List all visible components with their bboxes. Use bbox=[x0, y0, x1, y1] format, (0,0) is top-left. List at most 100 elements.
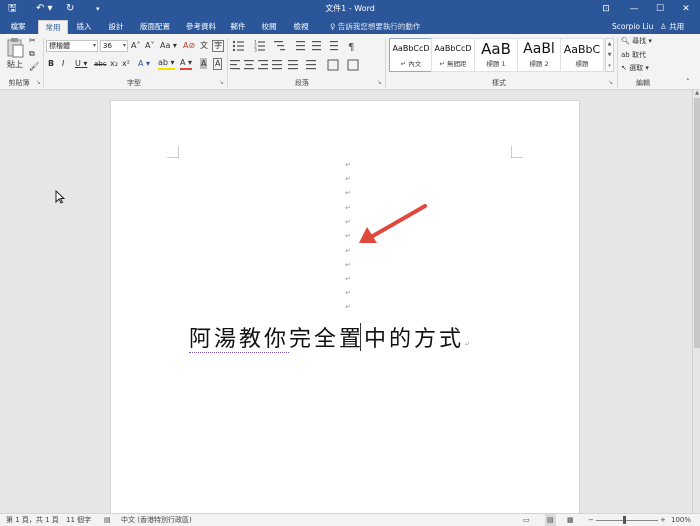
word-count[interactable]: 11 個字 bbox=[66, 514, 91, 526]
text-cursor bbox=[360, 323, 361, 351]
user-name[interactable]: Scorpio Liu bbox=[612, 20, 653, 33]
web-layout-icon[interactable]: ▦ bbox=[567, 514, 574, 526]
font-name-value: 標楷體 bbox=[49, 42, 70, 50]
proofing-icon[interactable]: ▤ bbox=[104, 514, 111, 526]
document-page[interactable]: ↵ ↵ ↵ ↵ ↵ ↵ ↵ ↵ ↵ ↵ ↵ 阿湯教你完全置中的方式↵ bbox=[110, 100, 580, 513]
enclose-characters-icon[interactable]: 字 bbox=[212, 40, 224, 52]
style-normal[interactable]: AaBbCcD ↵ 內文 bbox=[389, 38, 433, 72]
zoom-level[interactable]: 100% bbox=[671, 514, 691, 526]
replace-icon: ab bbox=[621, 51, 630, 59]
document-heading[interactable]: 阿湯教你完全置中的方式↵ bbox=[189, 321, 470, 353]
chevron-down-icon: ▾ bbox=[122, 42, 126, 49]
paragraph-mark: ↵ bbox=[345, 161, 351, 169]
crop-mark bbox=[167, 146, 179, 158]
find-button[interactable]: 🔍︎ 尋找 ▾ bbox=[621, 35, 652, 47]
ribbon-tab-bar: 檔案 常用 插入 設計 版面配置 參考資料 郵件 校閱 檢視 ♀ 告訴我您想要執… bbox=[0, 18, 700, 34]
change-case-icon[interactable]: Aa ▾ bbox=[160, 40, 177, 52]
copy-icon[interactable]: ⧉ bbox=[29, 48, 35, 60]
chevron-down-icon[interactable]: ▼ bbox=[608, 52, 612, 58]
tab-review[interactable]: 校閱 bbox=[256, 20, 282, 34]
zoom-slider-thumb[interactable] bbox=[623, 516, 626, 524]
tab-design[interactable]: 設計 bbox=[102, 20, 130, 34]
paragraph-mark: ↵ bbox=[345, 189, 351, 197]
paragraph-mark: ↵ bbox=[464, 340, 470, 348]
tab-home[interactable]: 常用 bbox=[38, 20, 68, 34]
paragraph-tools-icon[interactable]: 1 2 3 ¶ bbox=[230, 38, 382, 74]
tab-layout[interactable]: 版面配置 bbox=[134, 20, 176, 34]
page-count[interactable]: 第 1 頁，共 1 頁 bbox=[6, 514, 59, 526]
zoom-in-icon[interactable]: + bbox=[660, 514, 666, 526]
search-icon: 🔍︎ bbox=[621, 37, 630, 45]
heading-text: 完全置中的方式 bbox=[289, 327, 465, 352]
paragraph-mark: ↵ bbox=[345, 175, 351, 183]
scrollbar-thumb[interactable] bbox=[694, 98, 700, 348]
phonetic-guide-icon[interactable]: 文 bbox=[200, 40, 208, 52]
tab-insert[interactable]: 插入 bbox=[70, 20, 98, 34]
group-divider bbox=[43, 38, 44, 88]
character-shading-button[interactable]: A bbox=[200, 58, 208, 69]
tab-view[interactable]: 檢視 bbox=[288, 20, 314, 34]
bold-button[interactable]: B bbox=[48, 58, 54, 70]
clear-formatting-icon[interactable]: A⊘ bbox=[183, 40, 195, 52]
zoom-slider[interactable] bbox=[596, 520, 658, 521]
font-launcher-icon[interactable]: ↘ bbox=[219, 79, 224, 86]
font-size-combo[interactable]: 36 ▾ bbox=[100, 40, 128, 52]
style-no-spacing[interactable]: AaBbCcD ↵ 無間距 bbox=[431, 38, 475, 72]
language-status[interactable]: 中文 (香港特別行政區) bbox=[121, 514, 192, 526]
zoom-out-icon[interactable]: − bbox=[588, 514, 594, 526]
strikethrough-button[interactable]: abc bbox=[94, 58, 107, 70]
style-preview: AaBbCcD bbox=[434, 44, 472, 53]
annotation-arrow bbox=[359, 204, 427, 243]
share-button[interactable]: ♙ 共用 bbox=[660, 20, 684, 33]
tab-references[interactable]: 參考資料 bbox=[180, 20, 222, 34]
shrink-font-icon[interactable]: A˅ bbox=[145, 40, 154, 52]
subscript-button[interactable]: x₂ bbox=[110, 58, 118, 70]
styles-launcher-icon[interactable]: ↘ bbox=[608, 79, 613, 86]
clipboard-launcher-icon[interactable]: ↘ bbox=[36, 79, 41, 86]
style-heading-1[interactable]: AaB 標題 1 bbox=[474, 38, 518, 72]
maximize-icon[interactable]: ☐ bbox=[648, 0, 672, 18]
style-name: 標題 2 bbox=[529, 60, 549, 68]
find-label: 尋找 ▾ bbox=[632, 37, 652, 45]
font-name-combo[interactable]: 標楷體 ▾ bbox=[46, 40, 98, 52]
style-title[interactable]: AaBbC 標題 bbox=[560, 38, 604, 72]
group-divider bbox=[617, 38, 618, 88]
group-divider bbox=[385, 38, 386, 88]
styles-scroll[interactable]: ▲ ▼ ▾ bbox=[605, 38, 614, 72]
chevron-up-icon[interactable]: ▲ bbox=[608, 41, 612, 47]
highlight-color-button[interactable]: ab ▾ bbox=[158, 58, 175, 70]
close-icon[interactable]: ✕ bbox=[674, 0, 698, 18]
style-name: ↵ 無間距 bbox=[439, 60, 467, 68]
tab-file[interactable]: 檔案 bbox=[4, 20, 32, 34]
text-effects-button[interactable]: A ▾ bbox=[138, 58, 150, 70]
replace-button[interactable]: ab 取代 bbox=[621, 49, 646, 61]
more-styles-icon[interactable]: ▾ bbox=[608, 63, 611, 69]
read-mode-icon[interactable]: ▭ bbox=[523, 514, 530, 526]
paragraph-mark: ↵ bbox=[345, 289, 351, 297]
scroll-up-icon[interactable]: ▲ bbox=[693, 90, 700, 96]
minimize-icon[interactable]: — bbox=[622, 0, 646, 18]
tab-mailings[interactable]: 郵件 bbox=[226, 20, 250, 34]
format-painter-icon[interactable]: 🖌 bbox=[29, 61, 39, 73]
ribbon-display-options-icon[interactable]: ⊡ bbox=[594, 0, 618, 18]
paste-button[interactable]: 貼上 bbox=[4, 37, 26, 75]
document-canvas[interactable]: ↵ ↵ ↵ ↵ ↵ ↵ ↵ ↵ ↵ ↵ ↵ 阿湯教你完全置中的方式↵ bbox=[0, 90, 692, 513]
cut-icon[interactable]: ✂ bbox=[29, 35, 36, 47]
vertical-scrollbar[interactable]: ▲ bbox=[692, 90, 700, 513]
font-color-button[interactable]: A ▾ bbox=[180, 58, 193, 70]
print-layout-icon[interactable]: ▤ bbox=[545, 514, 556, 526]
grow-font-icon[interactable]: A˄ bbox=[131, 40, 140, 52]
character-border-button[interactable]: A bbox=[213, 58, 223, 70]
style-heading-2[interactable]: AaBl 標題 2 bbox=[517, 38, 561, 72]
collapse-ribbon-icon[interactable]: ˄ bbox=[686, 76, 690, 88]
underline-button[interactable]: U ▾ bbox=[75, 58, 87, 70]
paragraph-mark: ↵ bbox=[345, 218, 351, 226]
paragraph-launcher-icon[interactable]: ↘ bbox=[377, 79, 382, 86]
svg-text:¶: ¶ bbox=[348, 42, 354, 53]
superscript-button[interactable]: x² bbox=[122, 58, 130, 70]
select-button[interactable]: ↖ 選取 ▾ bbox=[621, 62, 649, 74]
mouse-pointer-icon bbox=[55, 190, 65, 204]
paragraph-mark: ↵ bbox=[345, 261, 351, 269]
italic-button[interactable]: I bbox=[62, 58, 64, 70]
tell-me-search[interactable]: ♀ 告訴我您想要執行的動作 bbox=[330, 20, 420, 33]
